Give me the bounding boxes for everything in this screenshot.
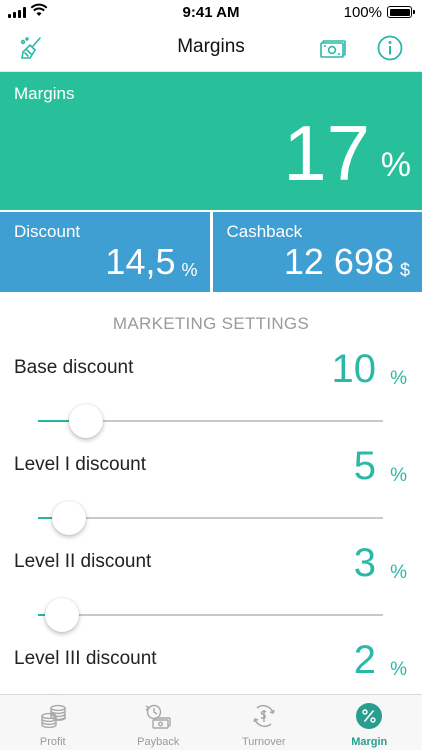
tab-margin[interactable]: Margin	[317, 695, 422, 750]
payback-icon	[145, 704, 171, 729]
info-icon[interactable]	[376, 34, 404, 62]
nav-bar: Margins	[0, 24, 422, 72]
setting-level-2-discount: Level II discount 3 %	[0, 543, 422, 647]
setting-label: Base discount	[14, 357, 134, 378]
cashback-unit: $	[399, 260, 410, 280]
page-title: Margins	[177, 36, 245, 57]
setting-value: 10	[331, 347, 377, 391]
level-2-discount-slider[interactable]	[38, 598, 383, 632]
margins-label: Margins	[14, 84, 75, 103]
margins-value: 17	[283, 109, 370, 197]
percent-icon	[356, 703, 383, 729]
setting-base-discount: Base discount 10 %	[0, 349, 422, 453]
slider-thumb[interactable]	[52, 501, 86, 535]
section-title: MARKETING SETTINGS	[112, 314, 310, 333]
level-1-discount-slider[interactable]	[38, 501, 383, 535]
margins-card: Margins 17 %	[0, 72, 422, 210]
tab-bar: Profit Payback Turnover Margin	[0, 694, 422, 750]
tab-label: Margin	[351, 736, 388, 748]
setting-value: 5	[353, 444, 376, 488]
tab-payback[interactable]: Payback	[106, 695, 212, 750]
discount-value: 14,5	[105, 241, 176, 282]
turnover-icon	[253, 704, 275, 728]
margins-unit: %	[380, 146, 411, 184]
slider-thumb[interactable]	[45, 598, 79, 632]
setting-unit: %	[390, 562, 407, 583]
setting-unit: %	[390, 659, 407, 680]
setting-unit: %	[390, 368, 407, 389]
coins-icon	[41, 704, 66, 729]
tab-label: Payback	[137, 736, 180, 748]
discount-unit: %	[181, 260, 198, 280]
slider-track	[38, 517, 383, 519]
setting-label: Level I discount	[14, 454, 147, 475]
tab-label: Turnover	[241, 736, 286, 748]
setting-level-1-discount: Level I discount 5 %	[0, 446, 422, 550]
setting-label: Level III discount	[14, 648, 157, 669]
battery-percent: 100%	[343, 4, 382, 21]
discount-tile: Discount 14,5 %	[0, 212, 210, 292]
slider-thumb[interactable]	[69, 404, 103, 438]
setting-unit: %	[390, 465, 407, 486]
status-bar: 9:41 AM 100%	[0, 0, 422, 24]
setting-value: 2	[353, 638, 376, 682]
tab-profit[interactable]: Profit	[0, 695, 106, 750]
cashback-tile: Cashback 12 698 $	[212, 212, 422, 292]
tab-turnover[interactable]: Turnover	[211, 695, 317, 750]
battery-icon	[387, 6, 415, 18]
cashback-label: Cashback	[226, 222, 303, 241]
cashback-value: 12 698	[283, 241, 394, 282]
setting-value: 3	[353, 541, 376, 585]
tab-label: Profit	[39, 736, 66, 748]
base-discount-slider[interactable]	[38, 404, 383, 438]
setting-label: Level II discount	[14, 551, 152, 572]
slider-track	[38, 614, 383, 616]
discount-label: Discount	[14, 222, 81, 241]
summary-tiles: Discount 14,5 % Cashback 12 698 $	[0, 212, 422, 292]
money-icon[interactable]	[319, 34, 349, 62]
